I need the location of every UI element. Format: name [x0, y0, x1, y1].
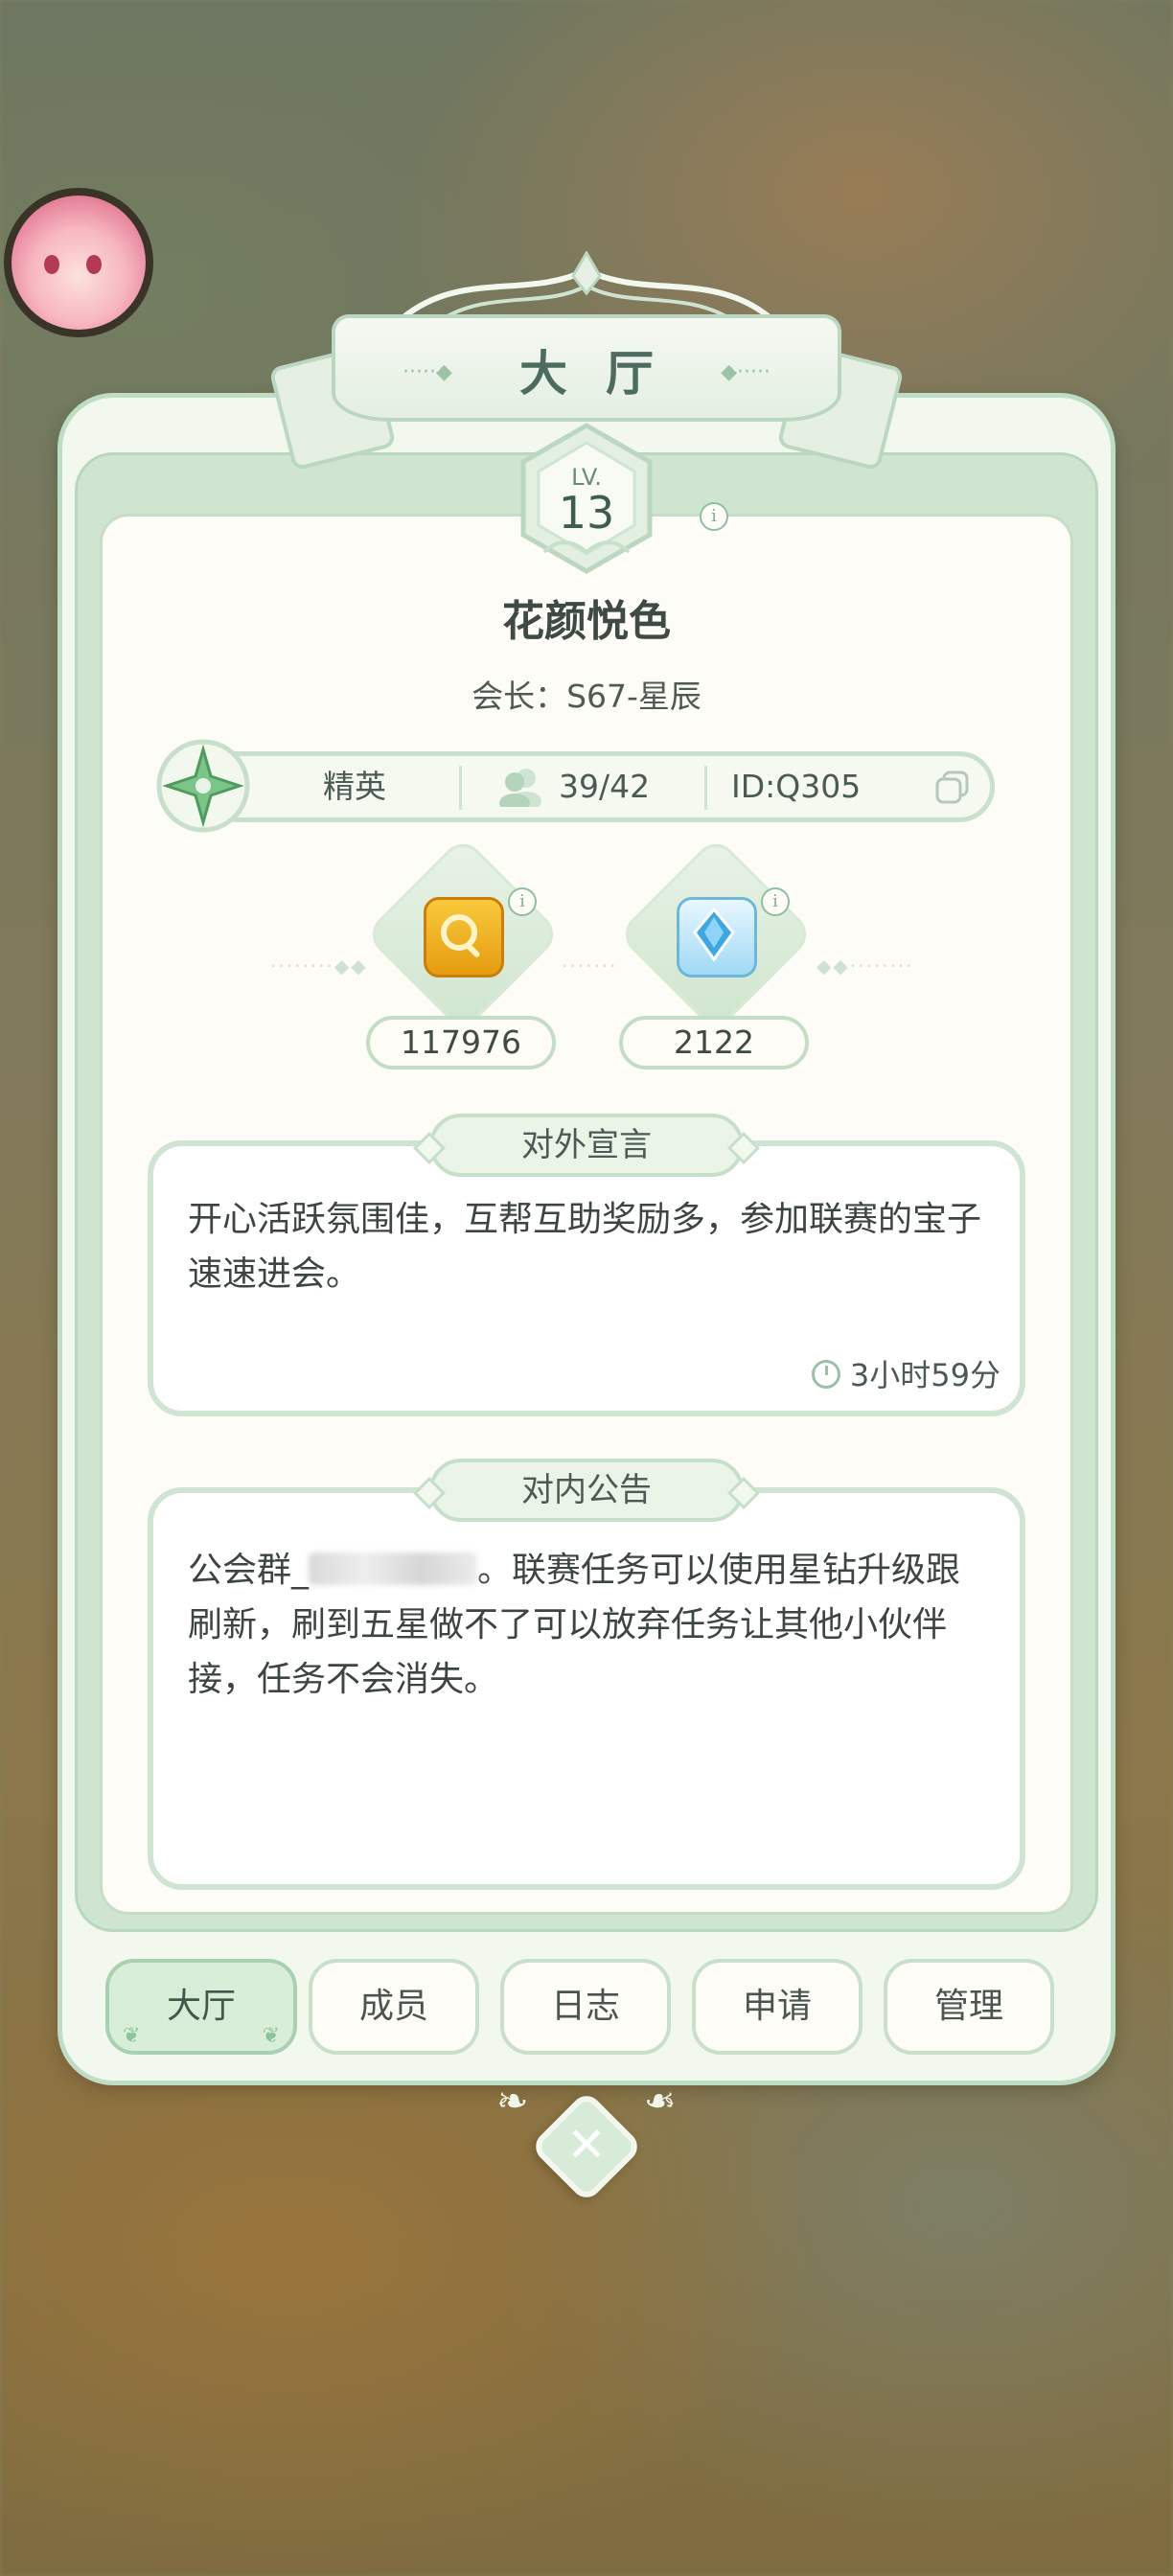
notice-text-prefix: 公会群_	[188, 1551, 310, 1590]
guild-leader: 会长：S67-星辰	[472, 678, 702, 715]
resource-left-dots-icon: ········◆◆	[270, 954, 368, 978]
level-info-icon[interactable]: i	[700, 502, 728, 531]
guild-rank: 精英	[323, 768, 386, 805]
divider	[459, 766, 462, 810]
avatar-portrait	[12, 196, 146, 330]
tab-members[interactable]: 成员	[309, 1959, 479, 2055]
leaf-icon: ❦	[262, 2024, 280, 2048]
guild-level-badge: LV. 13	[506, 418, 667, 579]
gold-amount: 117976	[366, 1016, 556, 1070]
tab-logs[interactable]: 日志	[500, 1959, 671, 2055]
title-ribbon: ·····◆ 大厅 ◆·····	[332, 314, 841, 422]
notice-box[interactable]: 公会群_ 。联赛任务可以使用星钻升级跟刷新，刷到五星做不了可以放弃任务让其他小伙伴…	[148, 1487, 1025, 1890]
tab-logs-label: 日志	[550, 1987, 620, 2026]
blue-gem-icon	[677, 897, 757, 978]
rank-emblem-icon	[156, 739, 250, 833]
gem-amount: 2122	[619, 1016, 809, 1070]
notice-title: 对内公告	[429, 1459, 744, 1522]
close-button[interactable]: ❧ ❧ ✕	[496, 2080, 677, 2204]
resource-right-dots-icon: ◆◆········	[816, 954, 914, 978]
gold-info-icon[interactable]: i	[508, 887, 537, 916]
declaration-timer: 3小时59分	[811, 1351, 1000, 1395]
tab-applications-label: 申请	[742, 1987, 812, 2026]
tab-manage[interactable]: 管理	[884, 1959, 1054, 2055]
gem-info-icon[interactable]: i	[761, 887, 790, 916]
tab-members-label: 成员	[358, 1987, 428, 2026]
redacted-group-number	[309, 1552, 478, 1585]
declaration-text: 开心活跃氛围佳，互帮互助奖励多，参加联赛的宝子速速进会。	[188, 1200, 982, 1294]
member-count: 39/42	[559, 768, 651, 805]
tab-hall-label: 大厅	[166, 1987, 236, 2026]
members-icon	[497, 756, 545, 817]
divider	[704, 766, 707, 810]
tab-hall[interactable]: ❦ 大厅 ❦	[105, 1959, 297, 2055]
guild-info-bar: 精英 39/42 ID:Q305	[201, 751, 995, 822]
declaration-box[interactable]: 开心活跃氛围佳，互帮互助奖励多，参加联赛的宝子速速进会。 3小时59分	[148, 1140, 1025, 1416]
player-avatar[interactable]	[4, 188, 153, 337]
clock-icon	[811, 1360, 840, 1389]
notice-text: 公会群_ 。联赛任务可以使用星钻升级跟刷新，刷到五星做不了可以放弃任务让其他小伙伴…	[188, 1543, 985, 1707]
declaration-title: 对外宣言	[429, 1114, 744, 1177]
declaration-time: 3小时59分	[849, 1357, 1000, 1393]
close-icon: ✕	[566, 2117, 607, 2173]
tab-manage-label: 管理	[933, 1987, 1003, 2026]
guild-id: ID:Q305	[731, 768, 862, 805]
tab-applications[interactable]: 申请	[692, 1959, 862, 2055]
leaf-icon: ❦	[123, 2024, 141, 2048]
resource-mid-dots-icon: ·······	[562, 954, 618, 978]
copy-id-icon[interactable]	[934, 756, 971, 817]
gold-coin-icon	[424, 897, 504, 978]
guild-tab-bar: ❦ 大厅 ❦ 成员 日志 申请 管理	[0, 1959, 1173, 2064]
guild-name: 花颜悦色	[502, 597, 671, 646]
level-number: 13	[558, 487, 615, 539]
ribbon-right-dots-icon: ◆·····	[721, 360, 770, 384]
